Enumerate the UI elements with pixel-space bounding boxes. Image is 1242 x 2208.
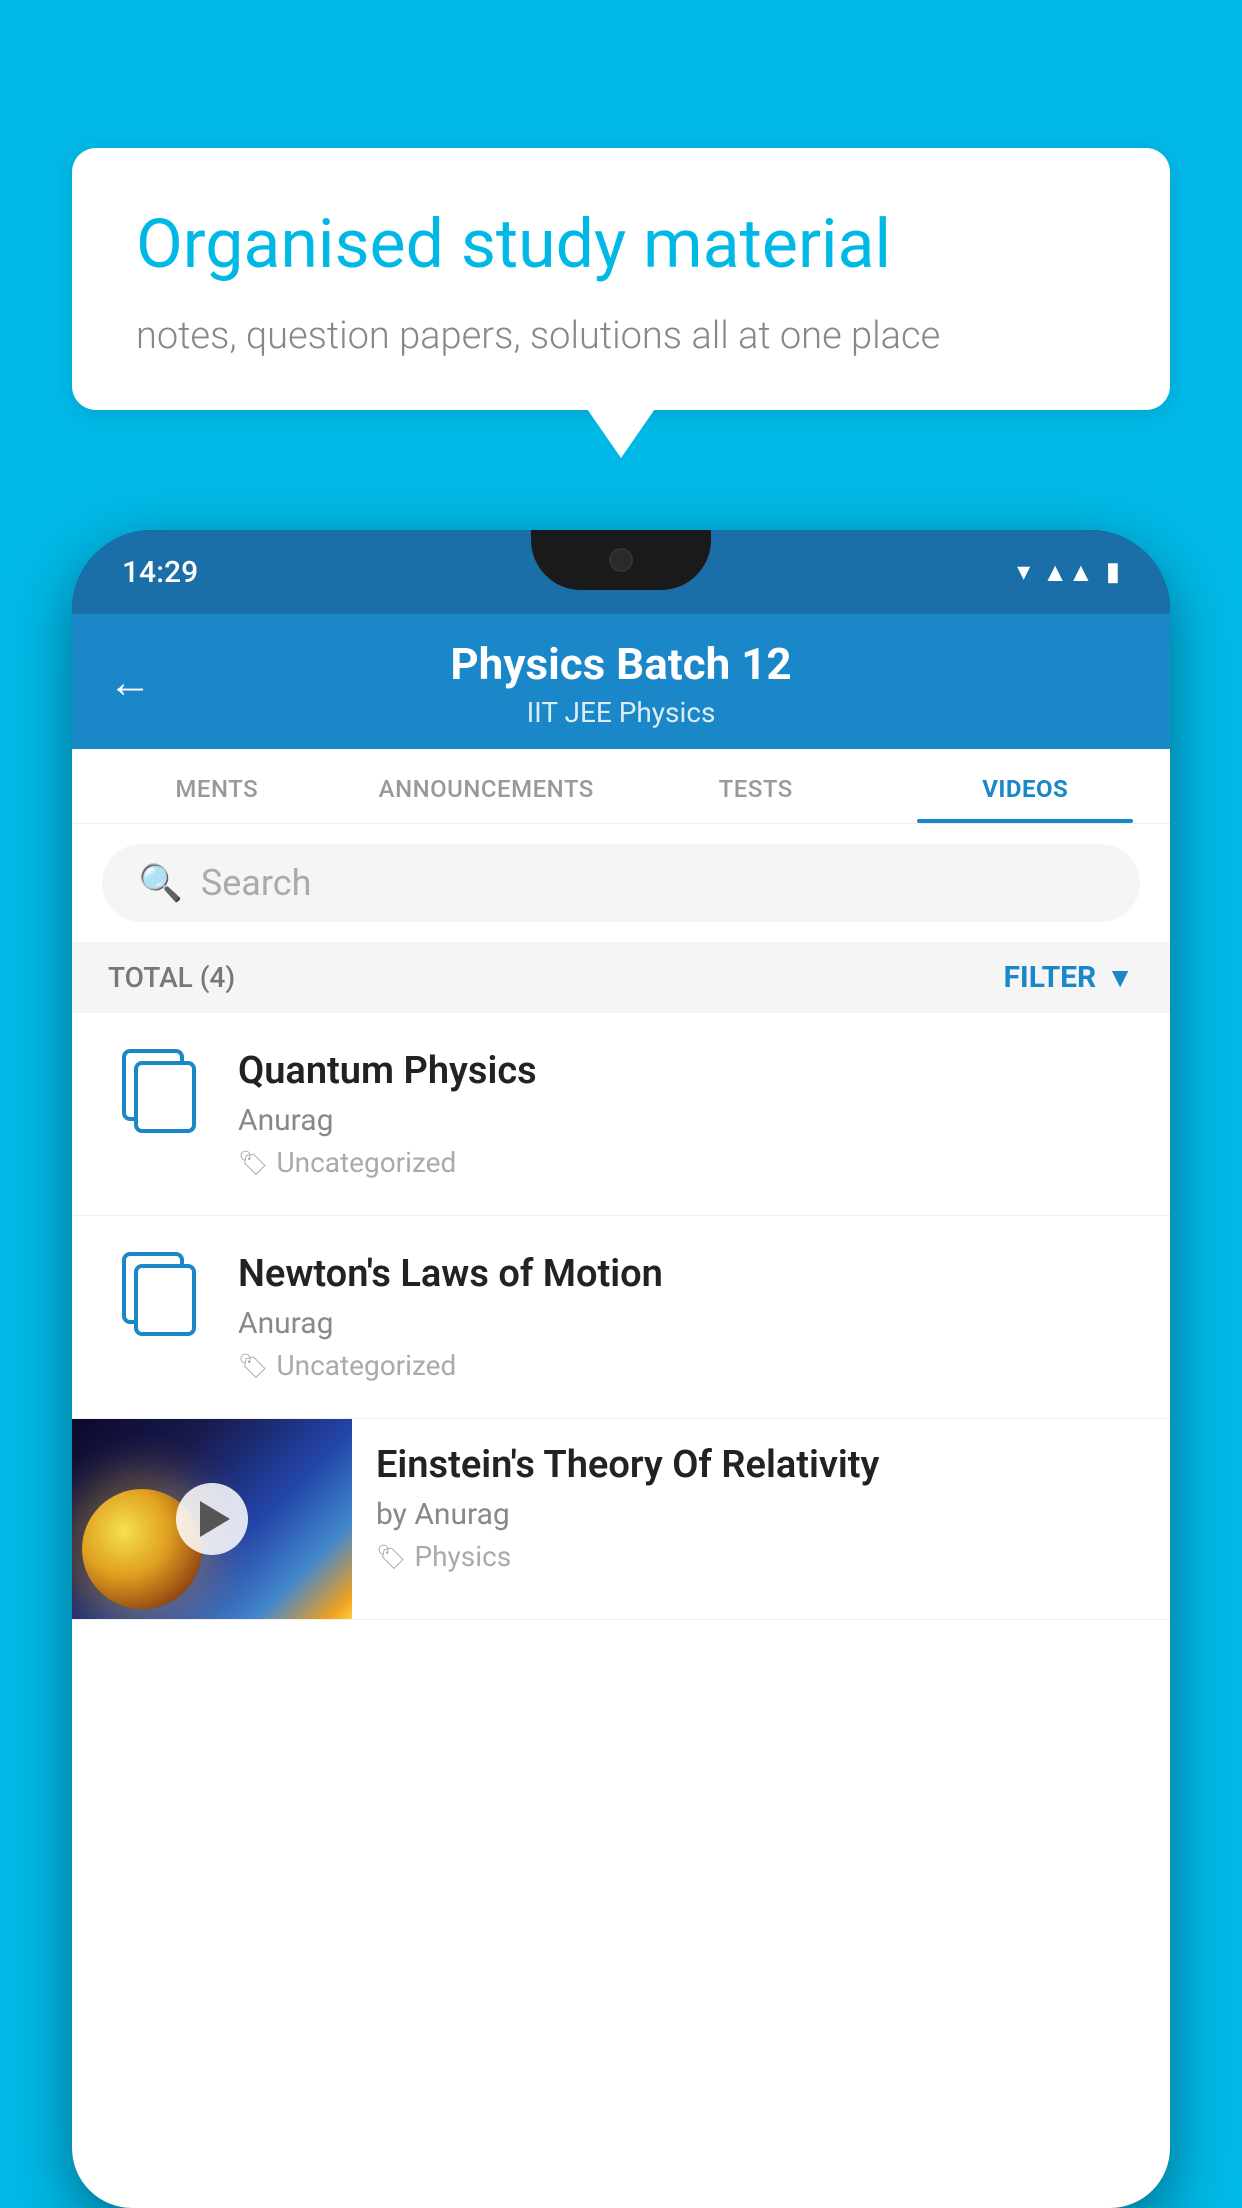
app-subtitle: IIT JEE Physics xyxy=(112,696,1130,729)
tab-tests[interactable]: TESTS xyxy=(621,749,891,823)
video-tag: 🏷 Physics xyxy=(376,1540,1146,1573)
video-author: Anurag xyxy=(238,1103,1134,1138)
file-icon xyxy=(122,1252,194,1332)
tab-bar: MENTS ANNOUNCEMENTS TESTS VIDEOS xyxy=(72,749,1170,824)
tab-ments[interactable]: MENTS xyxy=(82,749,352,823)
status-icons: ▾ ▲▲ ▮ xyxy=(1017,557,1120,588)
video-tag: 🏷 Uncategorized xyxy=(238,1146,1134,1179)
app-header: ← Physics Batch 12 IIT JEE Physics xyxy=(72,614,1170,749)
filter-icon: ▼ xyxy=(1106,961,1134,994)
search-icon: 🔍 xyxy=(138,862,183,904)
list-item[interactable]: Newton's Laws of Motion Anurag 🏷 Uncateg… xyxy=(72,1216,1170,1419)
video-title: Newton's Laws of Motion xyxy=(238,1252,1134,1296)
tag-icon: 🏷 xyxy=(238,1352,268,1380)
video-thumbnail xyxy=(72,1419,352,1619)
search-placeholder: Search xyxy=(201,862,312,904)
notch xyxy=(531,530,711,590)
video-author: Anurag xyxy=(238,1306,1134,1341)
tag-label: Physics xyxy=(414,1540,511,1573)
subtext: notes, question papers, solutions all at… xyxy=(136,314,1106,358)
video-title: Quantum Physics xyxy=(238,1049,1134,1093)
video-tag: 🏷 Uncategorized xyxy=(238,1349,1134,1382)
camera xyxy=(609,548,633,572)
search-bar[interactable]: 🔍 Search xyxy=(102,844,1140,922)
list-item[interactable]: Quantum Physics Anurag 🏷 Uncategorized xyxy=(72,1013,1170,1216)
filter-label: FILTER xyxy=(1003,960,1096,995)
speech-bubble-wrapper: Organised study material notes, question… xyxy=(72,148,1170,410)
app-title: Physics Batch 12 xyxy=(112,638,1130,690)
signal-icon: ▲▲ xyxy=(1042,557,1093,588)
search-section: 🔍 Search xyxy=(72,824,1170,942)
tag-label: Uncategorized xyxy=(276,1146,456,1179)
headline: Organised study material xyxy=(136,204,1106,286)
speech-bubble: Organised study material notes, question… xyxy=(72,148,1170,410)
tag-label: Uncategorized xyxy=(276,1349,456,1382)
video-title: Einstein's Theory Of Relativity xyxy=(376,1443,1146,1487)
back-arrow-icon[interactable]: ← xyxy=(108,656,152,708)
phone-frame: 14:29 ▾ ▲▲ ▮ ← Physics Batch 12 IIT JEE … xyxy=(72,530,1170,2208)
filter-bar: TOTAL (4) FILTER ▼ xyxy=(72,942,1170,1013)
total-count: TOTAL (4) xyxy=(108,961,235,994)
file-icon-front xyxy=(134,1061,196,1133)
video-author: by Anurag xyxy=(376,1497,1146,1532)
file-icon-area xyxy=(108,1252,208,1332)
video-info: Quantum Physics Anurag 🏷 Uncategorized xyxy=(238,1049,1134,1179)
video-info: Einstein's Theory Of Relativity by Anura… xyxy=(352,1419,1170,1597)
play-icon xyxy=(200,1501,230,1537)
file-icon xyxy=(122,1049,194,1129)
file-icon-area xyxy=(108,1049,208,1129)
filter-button[interactable]: FILTER ▼ xyxy=(1003,960,1134,995)
tab-announcements[interactable]: ANNOUNCEMENTS xyxy=(352,749,622,823)
play-button[interactable] xyxy=(176,1483,248,1555)
tag-icon: 🏷 xyxy=(238,1149,268,1177)
tab-videos[interactable]: VIDEOS xyxy=(891,749,1161,823)
video-info: Newton's Laws of Motion Anurag 🏷 Uncateg… xyxy=(238,1252,1134,1382)
file-icon-front xyxy=(134,1264,196,1336)
video-list: Quantum Physics Anurag 🏷 Uncategorized xyxy=(72,1013,1170,1620)
battery-icon: ▮ xyxy=(1106,557,1120,587)
list-item[interactable]: Einstein's Theory Of Relativity by Anura… xyxy=(72,1419,1170,1620)
status-time: 14:29 xyxy=(122,555,198,590)
tag-icon: 🏷 xyxy=(376,1543,406,1571)
wifi-icon: ▾ xyxy=(1017,557,1030,587)
phone-screen: ← Physics Batch 12 IIT JEE Physics MENTS… xyxy=(72,614,1170,2208)
status-bar: 14:29 ▾ ▲▲ ▮ xyxy=(72,530,1170,614)
